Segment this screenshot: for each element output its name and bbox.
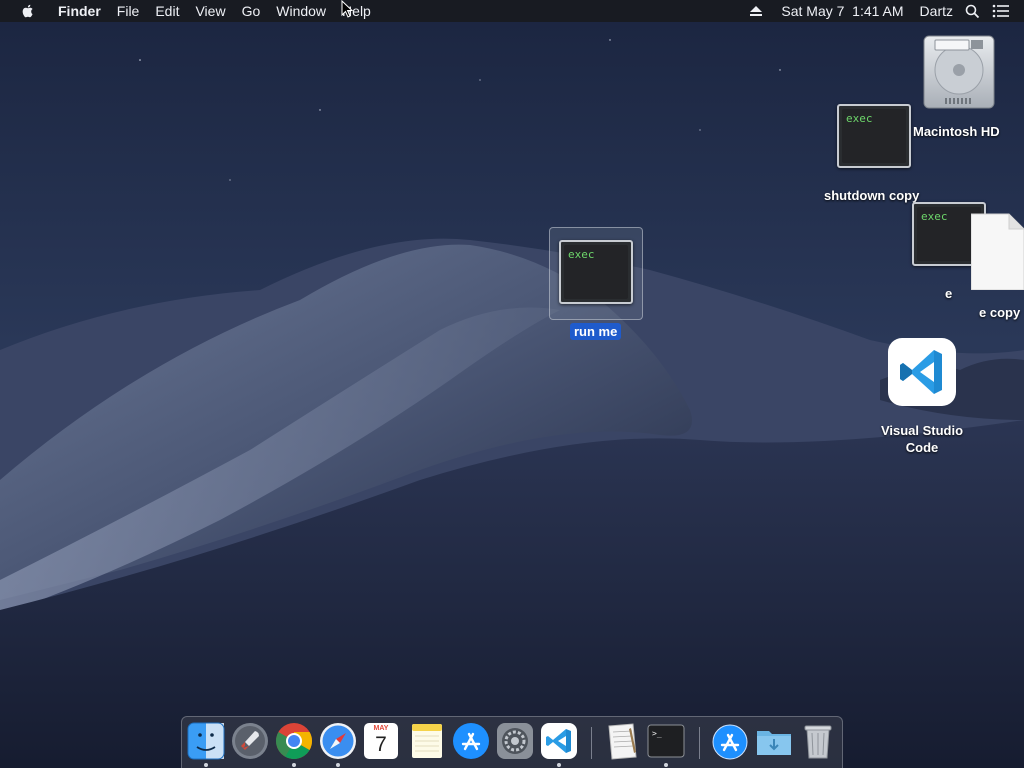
app-store-downloads-icon[interactable] bbox=[711, 722, 749, 760]
menubar-clock[interactable]: Sat May 7 1:41 AM bbox=[781, 3, 903, 19]
menu-file[interactable]: File bbox=[109, 0, 148, 22]
spotlight-search-icon[interactable] bbox=[965, 4, 980, 19]
eject-icon[interactable] bbox=[749, 5, 763, 17]
trash-icon[interactable] bbox=[799, 722, 837, 760]
menu-view[interactable]: View bbox=[187, 0, 233, 22]
mouse-cursor bbox=[341, 0, 353, 18]
menu-window[interactable]: Window bbox=[268, 0, 334, 22]
svg-text:>_: >_ bbox=[652, 729, 662, 738]
running-indicator bbox=[664, 763, 668, 767]
unix-executable-icon: exec bbox=[559, 240, 633, 304]
desktop-item-shutdown-copy[interactable]: exec shutdown copy bbox=[820, 104, 930, 204]
menu-go[interactable]: Go bbox=[234, 0, 269, 22]
desktop-label: run me bbox=[570, 323, 622, 340]
notes-icon[interactable] bbox=[408, 722, 446, 760]
running-indicator bbox=[557, 763, 561, 767]
calendar-day: 7 bbox=[375, 733, 387, 756]
hard-drive-icon bbox=[923, 35, 995, 109]
menu-edit[interactable]: Edit bbox=[147, 0, 187, 22]
menu-bar: Finder File Edit View Go Window Help Sat… bbox=[0, 0, 1024, 22]
menu-finder[interactable]: Finder bbox=[50, 0, 109, 22]
launchpad-icon[interactable] bbox=[231, 722, 269, 760]
downloads-folder-icon[interactable] bbox=[755, 722, 793, 760]
running-indicator bbox=[204, 763, 208, 767]
app-store-icon[interactable] bbox=[452, 722, 490, 760]
desktop-label-line2: Code bbox=[905, 440, 939, 455]
vscode-icon bbox=[888, 338, 956, 406]
chrome-icon[interactable] bbox=[275, 722, 313, 760]
unix-executable-icon: exec bbox=[837, 104, 911, 168]
apple-icon[interactable] bbox=[20, 3, 36, 19]
running-indicator bbox=[292, 763, 296, 767]
desktop-label-line1: Visual Studio bbox=[880, 423, 964, 438]
calendar-month: MAY bbox=[373, 725, 389, 732]
dock-separator bbox=[591, 727, 592, 759]
desktop-item-visual-studio-code[interactable]: Visual Studio Code bbox=[872, 338, 972, 458]
desktop-label: e copy bbox=[979, 305, 1021, 320]
notification-center-icon[interactable] bbox=[992, 4, 1010, 18]
desktop-item-e-copy[interactable]: e copy bbox=[970, 212, 1024, 322]
calendar-icon[interactable]: MAY 7 bbox=[364, 723, 398, 759]
menubar-user[interactable]: Dartz bbox=[920, 3, 953, 19]
desktop-label: shutdown copy bbox=[824, 188, 920, 203]
textedit-icon[interactable] bbox=[603, 722, 641, 760]
finder-icon[interactable] bbox=[187, 722, 225, 760]
desktop-item-run-me[interactable]: exec run me bbox=[549, 227, 643, 343]
vscode-icon[interactable] bbox=[540, 722, 578, 760]
system-preferences-icon[interactable] bbox=[496, 722, 534, 760]
safari-icon[interactable] bbox=[319, 722, 357, 760]
dock-separator bbox=[699, 727, 700, 759]
running-indicator bbox=[336, 763, 340, 767]
desktop-label: e bbox=[945, 286, 953, 301]
dock: MAY 7 >_ bbox=[181, 716, 843, 768]
terminal-icon[interactable]: >_ bbox=[647, 722, 685, 760]
blank-document-icon bbox=[971, 213, 1024, 290]
